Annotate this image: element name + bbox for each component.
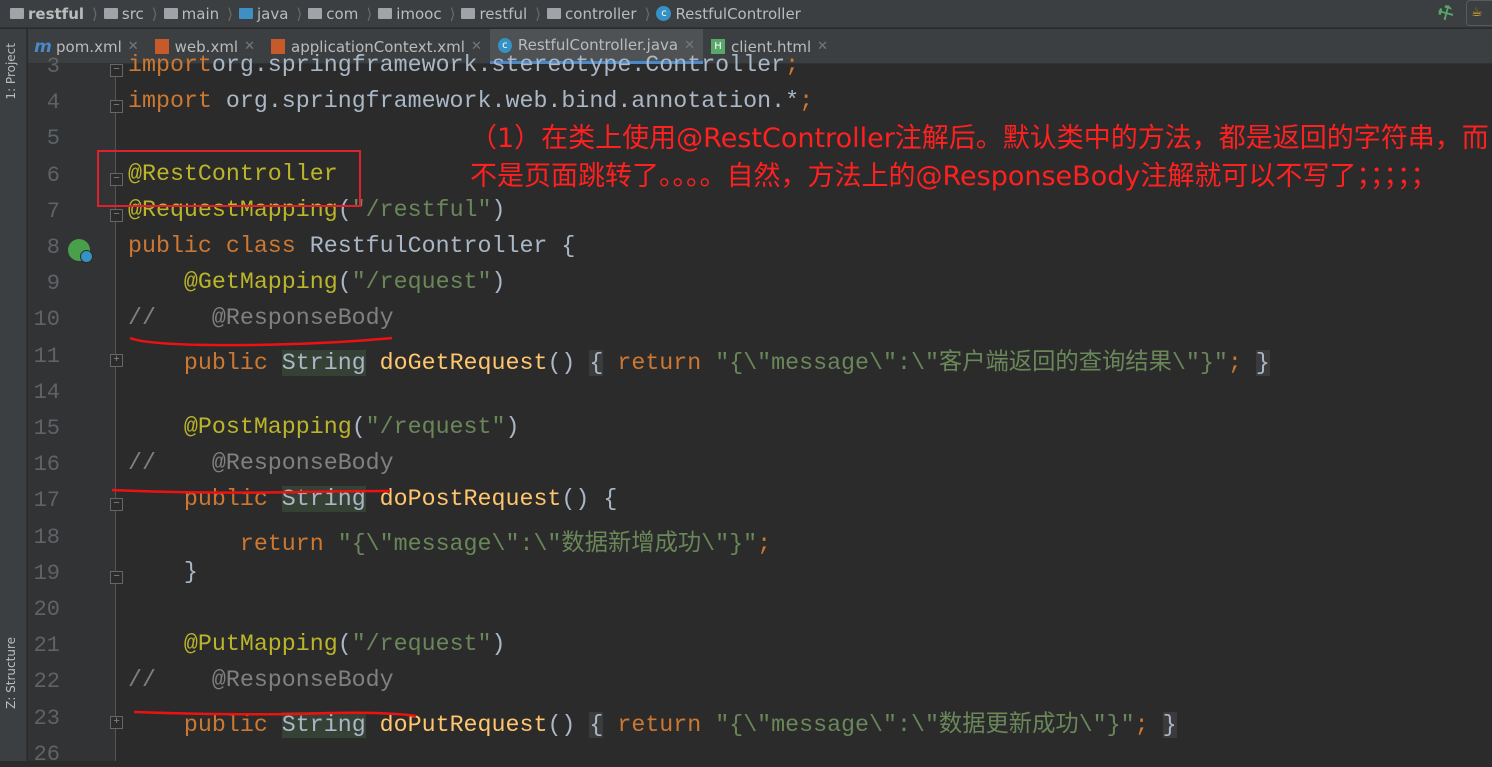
annotation-underlines: [111, 336, 417, 718]
underline-3: [133, 710, 417, 718]
annotation-note: （1）在类上使用@RestController注解后。默认类中的方法，都是返回的…: [470, 123, 1489, 192]
underline-2: [111, 488, 391, 494]
underline-1: [129, 336, 393, 347]
